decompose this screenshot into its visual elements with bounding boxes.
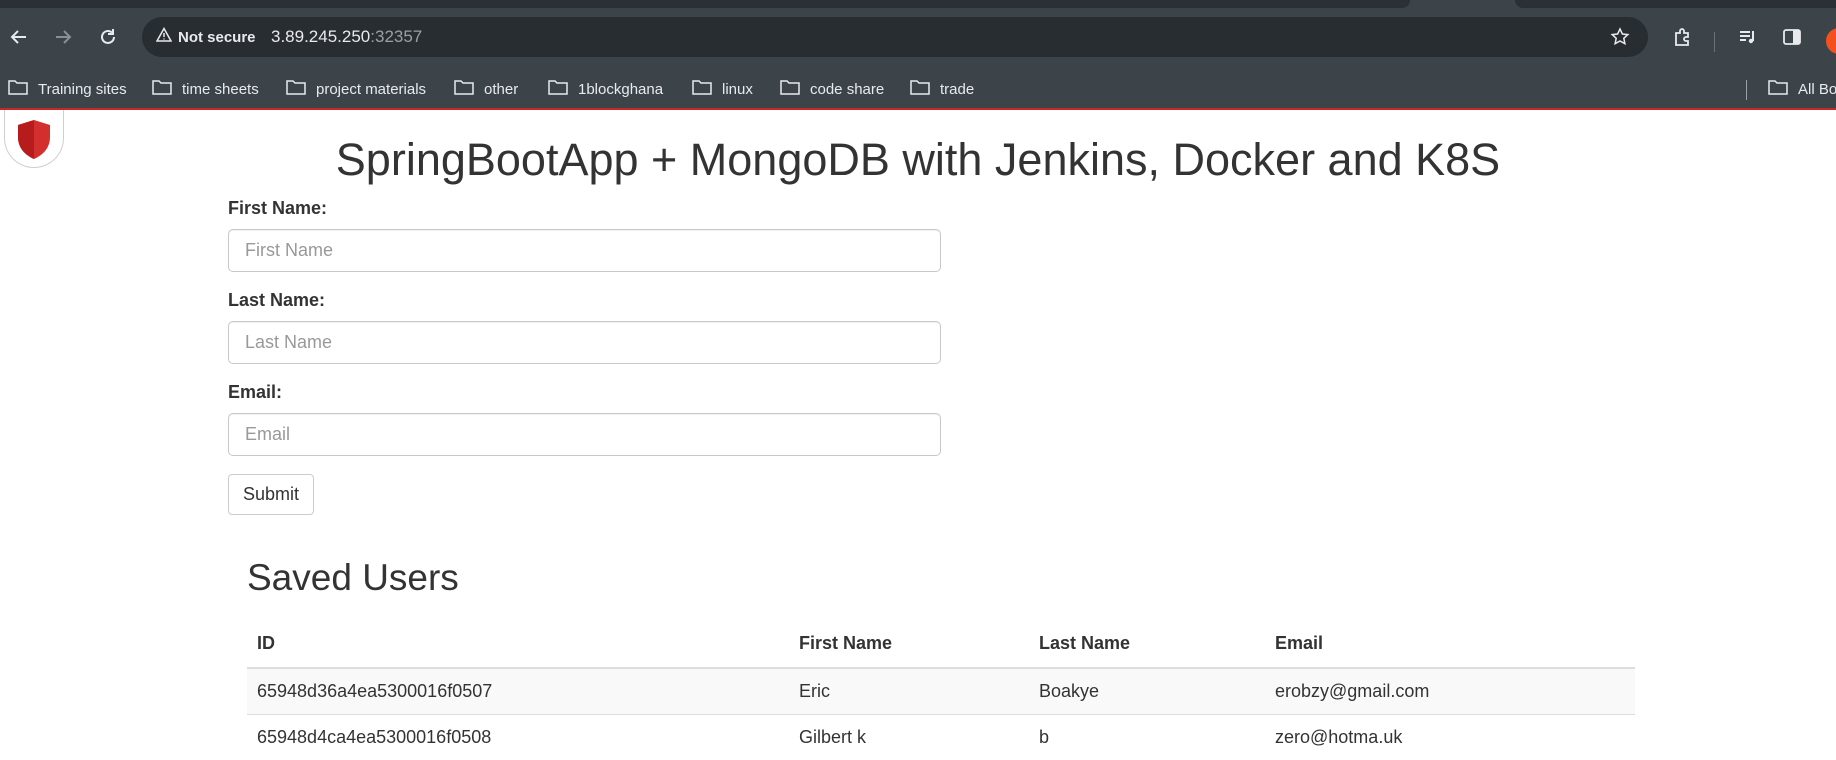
bookmark-label: trade xyxy=(940,80,975,98)
cell-id: 65948d4ca4ea5300016f0508 xyxy=(247,713,789,760)
bookmark-label: linux xyxy=(722,80,753,98)
cell-id: 65948d36a4ea5300016f0507 xyxy=(247,667,789,714)
browser-toolbar: Not secure 3.89.245.250:32357 xyxy=(0,8,1836,68)
header-last-name: Last Name xyxy=(1029,620,1265,669)
security-indicator[interactable]: Not secure xyxy=(150,22,266,52)
folder-icon xyxy=(454,79,474,99)
all-bookmarks-button[interactable]: All Bo xyxy=(1768,76,1836,102)
inactive-tab-area-right[interactable] xyxy=(1515,0,1836,8)
folder-icon xyxy=(692,79,712,99)
table-header-row: ID First Name Last Name Email xyxy=(247,620,1635,669)
table-row: 65948d4ca4ea5300016f0508 Gilbert k b zer… xyxy=(247,713,1635,760)
bookmark-folder-other[interactable]: other xyxy=(454,76,518,102)
table-row: 65948d36a4ea5300016f0507 Eric Boakye ero… xyxy=(247,667,1635,714)
email-input[interactable] xyxy=(228,413,941,456)
bookmark-label: project materials xyxy=(316,80,427,98)
bookmark-label: Training sites xyxy=(38,80,127,98)
cell-first-name: Gilbert k xyxy=(789,713,1029,760)
last-name-input[interactable] xyxy=(228,321,941,364)
folder-icon xyxy=(286,79,306,99)
page-title: SpringBootApp + MongoDB with Jenkins, Do… xyxy=(335,134,1501,185)
email-group: Email: xyxy=(228,382,941,456)
reload-icon[interactable] xyxy=(93,22,123,52)
bookmarks-bar: Training sites time sheets project mater… xyxy=(0,68,1836,110)
address-bar[interactable]: Not secure 3.89.245.250:32357 xyxy=(142,17,1648,57)
user-form: First Name: Last Name: Email: Submit xyxy=(228,198,941,515)
bookmark-folder-training-sites[interactable]: Training sites xyxy=(8,76,127,102)
bookmark-folder-project-materials[interactable]: project materials xyxy=(286,76,426,102)
header-email: Email xyxy=(1265,620,1635,669)
header-first-name: First Name xyxy=(789,620,1029,669)
web-page: SpringBootApp + MongoDB with Jenkins, Do… xyxy=(0,110,1836,760)
first-name-group: First Name: xyxy=(228,198,941,272)
saved-users-heading: Saved Users xyxy=(247,557,459,598)
bookmark-folder-time-sheets[interactable]: time sheets xyxy=(152,76,259,102)
bookmark-folder-trade[interactable]: trade xyxy=(910,76,974,102)
url-port: :32357 xyxy=(370,27,423,46)
email-label: Email: xyxy=(228,382,283,402)
first-name-input[interactable] xyxy=(228,229,941,272)
star-icon[interactable] xyxy=(1608,25,1632,49)
folder-icon xyxy=(910,79,930,99)
tab-strip xyxy=(0,0,1836,8)
url-host: 3.89.245.250 xyxy=(271,27,371,46)
back-icon[interactable] xyxy=(4,22,34,52)
cell-last-name: b xyxy=(1029,713,1265,760)
folder-icon xyxy=(8,79,28,99)
users-table: ID First Name Last Name Email 65948d36a4… xyxy=(247,620,1635,760)
bookmark-label: other xyxy=(484,80,519,98)
header-id: ID xyxy=(247,620,789,669)
forward-icon[interactable] xyxy=(48,22,78,52)
media-icon[interactable] xyxy=(1733,22,1763,52)
first-name-label: First Name: xyxy=(228,198,328,218)
bookmarks-divider xyxy=(1746,80,1747,100)
cell-email: zero@hotma.uk xyxy=(1265,713,1635,760)
cell-first-name: Eric xyxy=(789,667,1029,714)
warning-icon xyxy=(155,26,173,47)
side-panel-icon[interactable] xyxy=(1777,22,1807,52)
bookmark-folder-linux[interactable]: linux xyxy=(692,76,753,102)
last-name-group: Last Name: xyxy=(228,290,941,364)
folder-icon xyxy=(1768,79,1788,99)
cell-email: erobzy@gmail.com xyxy=(1265,667,1635,714)
folder-icon xyxy=(548,79,568,99)
submit-button[interactable]: Submit xyxy=(228,474,315,515)
folder-icon xyxy=(152,79,172,99)
profile-avatar[interactable] xyxy=(1826,28,1836,54)
cell-last-name: Boakye xyxy=(1029,667,1265,714)
bookmark-folder-code-share[interactable]: code share xyxy=(780,76,884,102)
bookmark-label: code share xyxy=(810,80,885,98)
last-name-label: Last Name: xyxy=(228,290,326,310)
extensions-icon[interactable] xyxy=(1668,22,1698,52)
bookmark-folder-1blockghana[interactable]: 1blockghana xyxy=(548,76,663,102)
toolbar-divider xyxy=(1714,32,1715,52)
security-label: Not secure xyxy=(178,28,256,46)
all-bookmarks-label: All Bo xyxy=(1798,80,1836,98)
inactive-tab-area[interactable] xyxy=(0,0,1410,8)
bookmark-label: time sheets xyxy=(182,80,259,98)
url-text[interactable]: 3.89.245.250:32357 xyxy=(271,27,422,47)
bookmark-label: 1blockghana xyxy=(578,80,664,98)
folder-icon xyxy=(780,79,800,99)
